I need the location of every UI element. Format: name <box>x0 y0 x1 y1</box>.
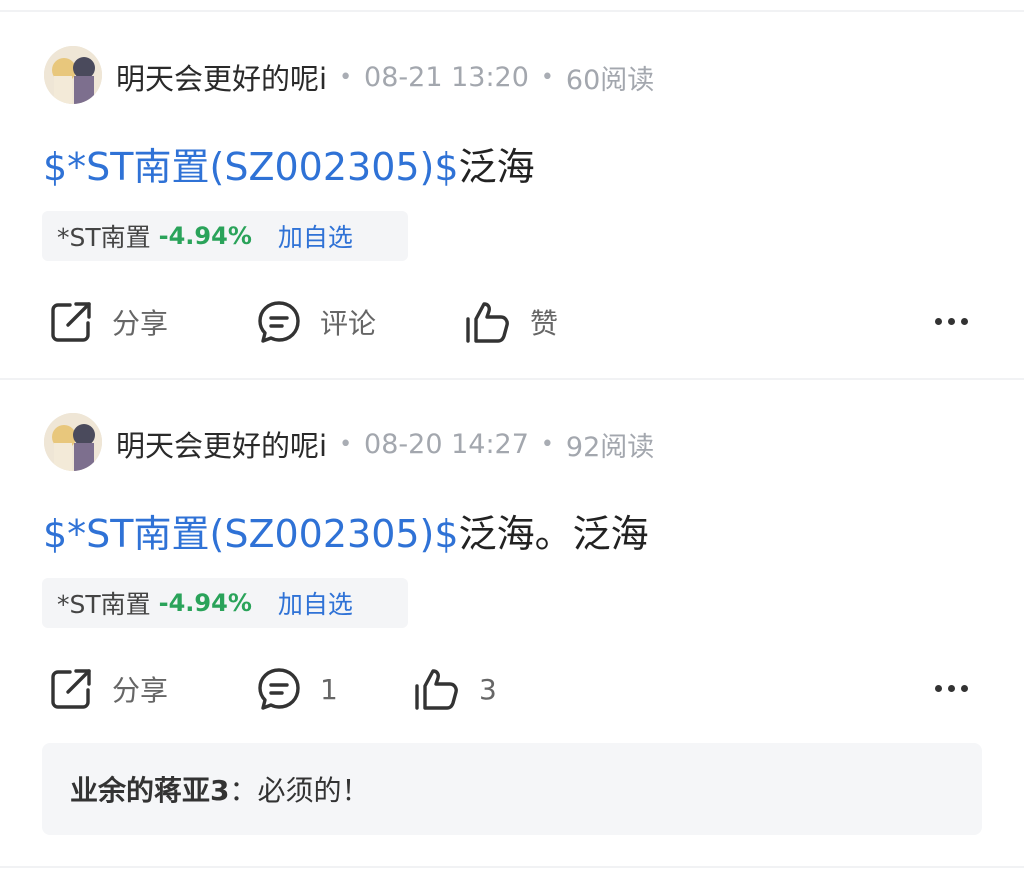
post-text: 泛海。泛海 <box>458 512 649 556</box>
read-count: 60阅读 <box>565 64 655 96</box>
add-watchlist-button[interactable]: 加自选 <box>278 218 353 254</box>
stock-name: *ST南置 <box>57 590 151 619</box>
share-button[interactable]: 分享 <box>48 666 168 712</box>
separator-dot: • <box>540 431 554 457</box>
stock-chip[interactable]: *ST南置 -4.94% 加自选 <box>42 578 408 628</box>
reply-text: 必须的！ <box>257 774 370 807</box>
share-label: 分享 <box>112 307 169 340</box>
more-options-button[interactable] <box>935 685 968 692</box>
separator-dot: • <box>540 64 554 90</box>
thumbs-up-icon <box>415 669 458 710</box>
share-icon <box>51 302 91 342</box>
reply-preview[interactable]: 业余的蒋亚3：必须的！ <box>42 743 982 835</box>
stock-change: -4.94% <box>158 589 252 617</box>
separator-dot: • <box>339 64 353 90</box>
like-button[interactable]: 3 <box>413 666 497 712</box>
post-text: 泛海 <box>458 145 535 189</box>
bottom-divider <box>0 866 1024 868</box>
stock-name: *ST南置 <box>57 223 151 252</box>
stock-link[interactable]: $*ST南置(SZ002305)$ <box>43 512 459 556</box>
more-dot <box>935 685 942 692</box>
reply-separator: ： <box>229 774 258 807</box>
author-name[interactable]: 明天会更好的呢i <box>116 423 327 465</box>
stock-link[interactable]: $*ST南置(SZ002305)$ <box>43 145 459 189</box>
comment-button[interactable]: 1 <box>256 666 338 712</box>
post-content: $*ST南置(SZ002305)$泛海 <box>43 136 535 191</box>
comment-icon <box>258 301 300 343</box>
more-dot <box>961 685 968 692</box>
like-button[interactable]: 赞 <box>464 299 558 345</box>
avatar[interactable] <box>44 46 102 104</box>
top-divider <box>0 10 1024 12</box>
stock-change: -4.94% <box>158 222 252 250</box>
comment-button[interactable]: 评论 <box>256 299 376 345</box>
post-date: 08-21 13:20 <box>364 61 529 93</box>
share-label: 分享 <box>112 674 169 707</box>
more-dot <box>935 318 942 325</box>
read-count: 92阅读 <box>565 431 655 463</box>
separator-dot: • <box>339 431 353 457</box>
author-name[interactable]: 明天会更好的呢i <box>116 56 327 98</box>
thumbs-up-icon <box>466 302 509 343</box>
comment-count: 1 <box>320 672 338 706</box>
post-divider <box>0 378 1024 380</box>
post-meta: 明天会更好的呢i • 08-21 13:20 • 60阅读 <box>116 56 654 98</box>
more-options-button[interactable] <box>935 318 968 325</box>
share-icon <box>51 669 91 709</box>
post-content: $*ST南置(SZ002305)$泛海。泛海 <box>43 503 649 558</box>
more-dot <box>948 318 955 325</box>
stock-chip[interactable]: *ST南置 -4.94% 加自选 <box>42 211 408 261</box>
more-dot <box>948 685 955 692</box>
reply-author[interactable]: 业余的蒋亚3 <box>70 769 229 809</box>
avatar[interactable] <box>44 413 102 471</box>
more-dot <box>961 318 968 325</box>
comment-icon <box>258 668 300 710</box>
post-date: 08-20 14:27 <box>364 428 529 460</box>
like-count: 3 <box>479 672 497 706</box>
like-label: 赞 <box>530 307 559 340</box>
comment-label: 评论 <box>320 307 377 340</box>
share-button[interactable]: 分享 <box>48 299 168 345</box>
post-meta: 明天会更好的呢i • 08-20 14:27 • 92阅读 <box>116 423 654 465</box>
add-watchlist-button[interactable]: 加自选 <box>278 585 353 621</box>
